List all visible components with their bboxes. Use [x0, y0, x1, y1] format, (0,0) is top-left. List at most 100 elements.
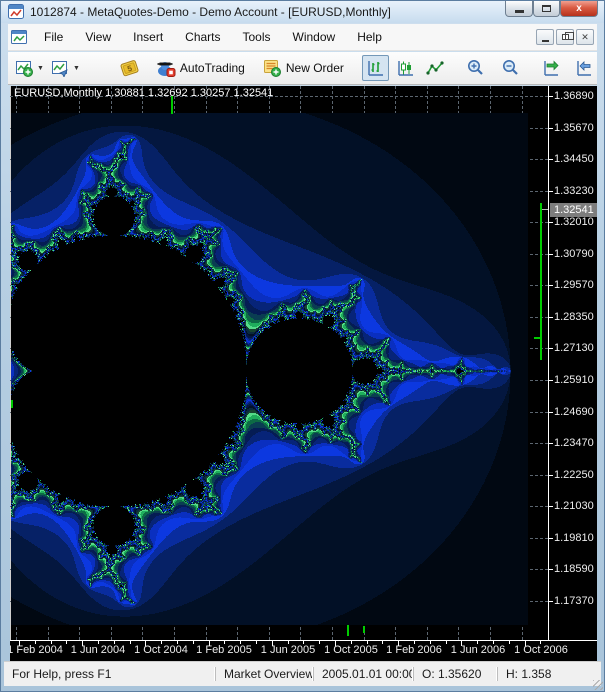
price-tick — [548, 254, 553, 255]
minimize-button[interactable] — [505, 1, 533, 17]
menu-item-help[interactable]: Help — [346, 26, 393, 48]
line-chart-button[interactable] — [422, 55, 449, 81]
title-bar[interactable]: 1012874 - MetaQuotes-Demo - Demo Account… — [1, 1, 604, 23]
time-tick — [145, 641, 146, 646]
menu-item-window[interactable]: Window — [282, 26, 347, 48]
current-price-badge: 1.32541 — [550, 203, 597, 217]
menu-item-insert[interactable]: Insert — [122, 26, 174, 48]
time-tick — [98, 641, 99, 644]
time-tick — [114, 641, 115, 644]
time-tick — [351, 641, 352, 644]
status-market-overview[interactable]: Market Overview — [215, 667, 313, 681]
new-chart-button[interactable]: ▼ — [12, 55, 48, 81]
minimize-icon — [515, 10, 524, 13]
time-tick — [240, 641, 241, 644]
time-tick — [398, 641, 399, 646]
auto-scroll-button[interactable] — [537, 55, 564, 81]
mql5-button[interactable]: 5 — [115, 55, 145, 81]
candlestick-chart-button[interactable] — [392, 55, 419, 81]
window-resize-grip[interactable] — [593, 680, 603, 690]
profiles-button[interactable]: ▼ — [48, 55, 84, 81]
chart-window-icon — [11, 29, 27, 45]
profiles-icon — [52, 60, 70, 77]
new-order-button[interactable]: New Order — [258, 55, 348, 81]
time-label: 1 Feb 2004 — [10, 644, 63, 656]
time-tick — [19, 641, 20, 646]
time-tick — [382, 641, 383, 644]
price-label: 1.21030 — [554, 500, 594, 512]
price-tick — [548, 475, 553, 476]
zoom-out-button[interactable] — [497, 55, 524, 81]
status-open-price: O: 1.35620 — [413, 667, 497, 681]
price-bar — [540, 203, 542, 360]
time-tick — [66, 641, 67, 644]
zoom-in-icon — [466, 59, 485, 77]
price-label: 1.23470 — [554, 437, 594, 449]
price-bar — [363, 626, 365, 633]
price-tick — [548, 380, 553, 381]
close-button[interactable]: x — [560, 1, 598, 17]
price-label: 1.36890 — [554, 90, 594, 102]
time-tick — [209, 641, 210, 646]
mql5-coin-icon: 5 — [119, 59, 141, 77]
fractal-chart-object[interactable] — [11, 113, 528, 625]
new-order-label: New Order — [286, 61, 344, 75]
zoom-in-button[interactable] — [462, 55, 489, 81]
price-tick — [548, 285, 553, 286]
menu-bar: FileViewInsertChartsToolsWindowHelp ✕ — [8, 24, 597, 51]
time-label: 1 Oct 2006 — [514, 644, 568, 656]
auto-scroll-icon — [541, 60, 560, 77]
new-chart-caret-icon[interactable]: ▼ — [37, 65, 44, 72]
price-label: 1.34450 — [554, 153, 594, 165]
mdi-close-button[interactable]: ✕ — [576, 29, 594, 45]
time-tick — [35, 641, 36, 644]
time-tick — [193, 641, 194, 644]
time-tick — [319, 641, 320, 644]
price-tick — [548, 348, 553, 349]
price-label: 1.19810 — [554, 532, 594, 544]
price-label: 1.29570 — [554, 279, 594, 291]
new-chart-icon — [16, 60, 34, 77]
app-icon — [8, 4, 24, 20]
candlestick-chart-icon — [396, 60, 415, 77]
time-label: 1 Oct 2004 — [134, 644, 188, 656]
menu-item-view[interactable]: View — [74, 26, 122, 48]
chart-shift-button[interactable] — [570, 55, 597, 81]
line-chart-icon — [426, 60, 445, 77]
price-bar — [534, 337, 540, 339]
toolbar: ▼ ▼ 5 — [8, 52, 597, 85]
symbol-ohlc-label: EURUSD,Monthly 1.30881 1.32692 1.30257 1… — [14, 87, 273, 99]
time-tick — [272, 641, 273, 646]
zoom-out-icon — [501, 59, 520, 77]
time-tick — [256, 641, 257, 644]
price-tick — [548, 601, 553, 602]
price-label: 1.33230 — [554, 185, 594, 197]
maximize-button[interactable] — [533, 1, 560, 17]
time-tick — [525, 641, 526, 646]
mdi-restore-button[interactable] — [556, 29, 574, 45]
price-label: 1.25910 — [554, 374, 594, 386]
time-tick — [288, 641, 289, 644]
price-label: 1.17370 — [554, 595, 594, 607]
price-tick — [548, 128, 553, 129]
price-label: 1.22250 — [554, 469, 594, 481]
chart-area: EURUSD,Monthly 1.30881 1.32692 1.30257 1… — [10, 86, 597, 661]
price-tick — [548, 569, 553, 570]
time-tick — [477, 641, 478, 644]
application-window: 1012874 - MetaQuotes-Demo - Demo Account… — [0, 0, 605, 692]
price-tick — [548, 222, 553, 223]
mdi-minimize-button[interactable] — [536, 29, 554, 45]
menu-item-tools[interactable]: Tools — [232, 26, 282, 48]
time-label: 1 Jun 2004 — [71, 644, 125, 656]
bar-chart-button[interactable] — [362, 55, 389, 81]
menu-item-charts[interactable]: Charts — [174, 26, 231, 48]
menu-item-file[interactable]: File — [33, 26, 74, 48]
price-tick — [548, 159, 553, 160]
price-label: 1.27130 — [554, 342, 594, 354]
time-tick — [51, 641, 52, 644]
price-tick — [548, 538, 553, 539]
profiles-caret-icon[interactable]: ▼ — [73, 65, 80, 72]
price-axis-line — [548, 86, 549, 641]
time-label: 1 Feb 2006 — [386, 644, 442, 656]
autotrading-button[interactable]: AutoTrading — [152, 55, 249, 81]
